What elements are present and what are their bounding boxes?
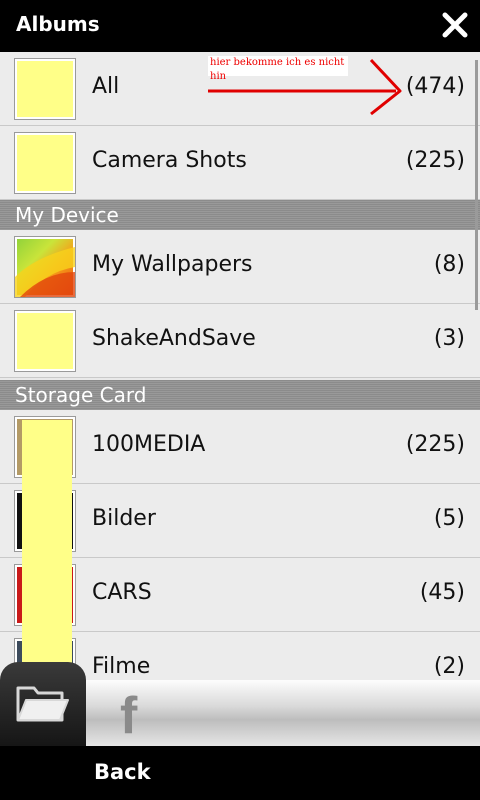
back-button[interactable]: Back bbox=[94, 760, 151, 784]
yellow-redaction-overlay bbox=[22, 420, 72, 690]
section-header-my-device: My Device bbox=[0, 200, 480, 230]
album-thumbnail bbox=[14, 236, 76, 298]
album-name: ShakeAndSave bbox=[92, 326, 256, 351]
album-count: (225) bbox=[405, 148, 465, 173]
album-row-cars[interactable]: CARS (45) bbox=[0, 558, 480, 632]
scrollbar[interactable] bbox=[475, 60, 478, 310]
album-count: (3) bbox=[433, 326, 465, 351]
album-count: (5) bbox=[433, 506, 465, 531]
album-row-my-wallpapers[interactable]: My Wallpapers (8) bbox=[0, 230, 480, 304]
album-count: (225) bbox=[405, 432, 465, 457]
album-name: Bilder bbox=[92, 506, 156, 531]
close-button[interactable] bbox=[436, 6, 474, 44]
album-row-camera-shots[interactable]: Camera Shots (225) bbox=[0, 126, 480, 200]
page-title: Albums bbox=[16, 12, 100, 36]
album-name: Camera Shots bbox=[92, 148, 247, 173]
album-row-bilder[interactable]: Bilder (5) bbox=[0, 484, 480, 558]
album-thumbnail bbox=[14, 310, 76, 372]
softkey-bar: Back bbox=[0, 746, 480, 800]
section-header-storage-card: Storage Card bbox=[0, 380, 480, 410]
folder-icon[interactable] bbox=[14, 680, 70, 726]
header-bar: Albums bbox=[0, 0, 480, 52]
wallpaper-image bbox=[15, 247, 75, 297]
album-name: CARS bbox=[92, 580, 152, 605]
album-name: Filme bbox=[92, 654, 151, 679]
album-count: (474) bbox=[405, 74, 465, 99]
album-name: My Wallpapers bbox=[92, 252, 253, 277]
album-name: 100MEDIA bbox=[92, 432, 206, 457]
album-count: (45) bbox=[419, 580, 465, 605]
album-row-100media[interactable]: 100MEDIA (225) bbox=[0, 410, 480, 484]
close-icon bbox=[442, 12, 468, 38]
album-name: All bbox=[92, 74, 120, 99]
album-row-shakeandsave[interactable]: ShakeAndSave (3) bbox=[0, 304, 480, 378]
facebook-icon[interactable]: f bbox=[120, 690, 137, 742]
album-count: (2) bbox=[433, 654, 465, 679]
album-thumbnail bbox=[14, 58, 76, 120]
album-list[interactable]: All (474) Camera Shots (225) My Device M… bbox=[0, 52, 480, 680]
album-count: (8) bbox=[433, 252, 465, 277]
album-thumbnail bbox=[14, 132, 76, 194]
red-arrow-icon bbox=[208, 58, 402, 116]
